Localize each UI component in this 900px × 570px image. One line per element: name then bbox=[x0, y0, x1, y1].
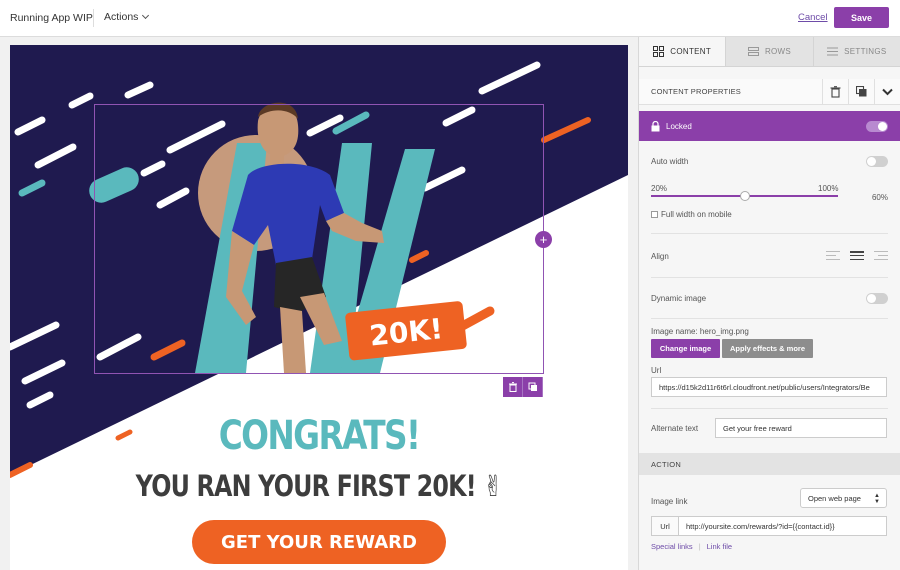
cancel-link[interactable]: Cancel bbox=[798, 12, 828, 23]
image-name-label: Image name: hero_img.png bbox=[651, 327, 749, 336]
dynamic-image-toggle[interactable] bbox=[866, 293, 888, 304]
top-bar: Running App WIP Actions Cancel Save bbox=[0, 0, 900, 37]
align-right-icon[interactable] bbox=[874, 251, 888, 260]
headline[interactable]: CONGRATS! bbox=[66, 413, 573, 459]
get-reward-button[interactable]: GET YOUR REWARD bbox=[192, 520, 446, 564]
image-link-select[interactable]: Open web page ▲ ▼ bbox=[800, 488, 887, 508]
selected-block-frame bbox=[94, 104, 544, 374]
slider-max-label: 100% bbox=[818, 184, 839, 193]
tab-settings-label: SETTINGS bbox=[844, 47, 887, 56]
subheadline[interactable]: YOU RAN YOUR FIRST 20K! ✌ bbox=[66, 469, 573, 503]
divider bbox=[93, 9, 94, 27]
link-separator: | bbox=[698, 542, 701, 551]
full-width-label: Full width on mobile bbox=[661, 210, 732, 219]
rows-icon bbox=[747, 47, 759, 56]
align-center-icon[interactable] bbox=[850, 251, 864, 260]
collapse-button[interactable] bbox=[874, 78, 900, 105]
chevron-down-icon bbox=[142, 11, 150, 20]
actions-menu[interactable]: Actions bbox=[104, 11, 150, 23]
tab-content[interactable]: CONTENT bbox=[639, 37, 726, 66]
actions-label: Actions bbox=[104, 11, 139, 23]
alt-text-input[interactable]: Get your free reward bbox=[715, 418, 887, 438]
panel-tabs: CONTENT ROWS SETTINGS bbox=[639, 37, 900, 67]
tab-settings[interactable]: SETTINGS bbox=[812, 37, 900, 66]
delete-content-button[interactable] bbox=[822, 78, 848, 105]
auto-width-toggle[interactable] bbox=[866, 156, 888, 167]
tab-content-label: CONTENT bbox=[670, 47, 712, 56]
trash-icon bbox=[830, 85, 841, 98]
change-image-button[interactable]: Change image bbox=[651, 339, 720, 358]
dynamic-image-label: Dynamic image bbox=[651, 294, 707, 303]
divider bbox=[651, 277, 888, 278]
select-arrows-icon: ▲ ▼ bbox=[874, 493, 880, 505]
properties-panel: CONTENT ROWS SETTINGS CONTENT PROPERTIES… bbox=[638, 37, 900, 570]
save-button[interactable]: Save bbox=[834, 7, 889, 28]
content-properties-title: CONTENT PROPERTIES bbox=[651, 87, 742, 96]
link-url-label: Url bbox=[651, 516, 679, 536]
link-file-link[interactable]: Link file bbox=[707, 542, 732, 551]
trash-icon bbox=[508, 382, 517, 392]
special-links-link[interactable]: Special links bbox=[651, 542, 693, 551]
grid-icon bbox=[653, 46, 665, 57]
divider bbox=[651, 233, 888, 234]
chevron-down-icon bbox=[882, 88, 893, 95]
align-options bbox=[826, 251, 888, 260]
tab-rows[interactable]: ROWS bbox=[725, 37, 813, 66]
duplicate-content-button[interactable] bbox=[848, 78, 874, 105]
duplicate-block-button[interactable] bbox=[523, 377, 543, 397]
action-section-header: ACTION bbox=[639, 453, 900, 475]
align-left-icon[interactable] bbox=[826, 251, 840, 260]
image-url-input[interactable]: https://d15k2d11r6t6rl.cloudfront.net/pu… bbox=[651, 377, 887, 397]
settings-icon bbox=[827, 47, 839, 56]
locked-toggle[interactable] bbox=[866, 120, 888, 132]
link-options: Special links | Link file bbox=[651, 542, 732, 551]
slider-min-label: 20% bbox=[651, 184, 668, 193]
tab-rows-label: ROWS bbox=[764, 47, 792, 56]
apply-effects-button[interactable]: Apply effects & more bbox=[722, 339, 813, 358]
full-width-mobile-option[interactable]: Full width on mobile bbox=[651, 210, 888, 219]
copy-icon bbox=[856, 86, 867, 97]
app-title: Running App WIP bbox=[10, 12, 93, 24]
locked-label: Locked bbox=[666, 121, 692, 131]
full-width-checkbox[interactable] bbox=[651, 211, 658, 219]
lock-icon bbox=[651, 120, 660, 131]
editor-stage: 20K! CONGRATS! YOU RAN YOUR FIRST 20K! ✌… bbox=[0, 37, 638, 570]
divider bbox=[651, 408, 888, 409]
image-link-select-value: Open web page bbox=[808, 493, 861, 503]
block-toolbar bbox=[503, 377, 543, 397]
link-url-input[interactable]: http://yoursite.com/rewards/?id={{contac… bbox=[678, 516, 887, 536]
content-properties-header: CONTENT PROPERTIES bbox=[639, 78, 900, 105]
divider bbox=[651, 318, 888, 319]
width-value: 60% bbox=[871, 193, 888, 202]
delete-block-button[interactable] bbox=[503, 377, 523, 397]
copy-icon bbox=[528, 382, 537, 391]
move-handle-icon[interactable]: + bbox=[535, 231, 552, 248]
auto-width-label: Auto width bbox=[651, 157, 689, 166]
width-slider[interactable] bbox=[651, 191, 838, 201]
locked-bar: Locked bbox=[639, 111, 900, 141]
image-url-label: Url bbox=[651, 366, 662, 375]
width-slider-thumb[interactable] bbox=[739, 191, 750, 201]
